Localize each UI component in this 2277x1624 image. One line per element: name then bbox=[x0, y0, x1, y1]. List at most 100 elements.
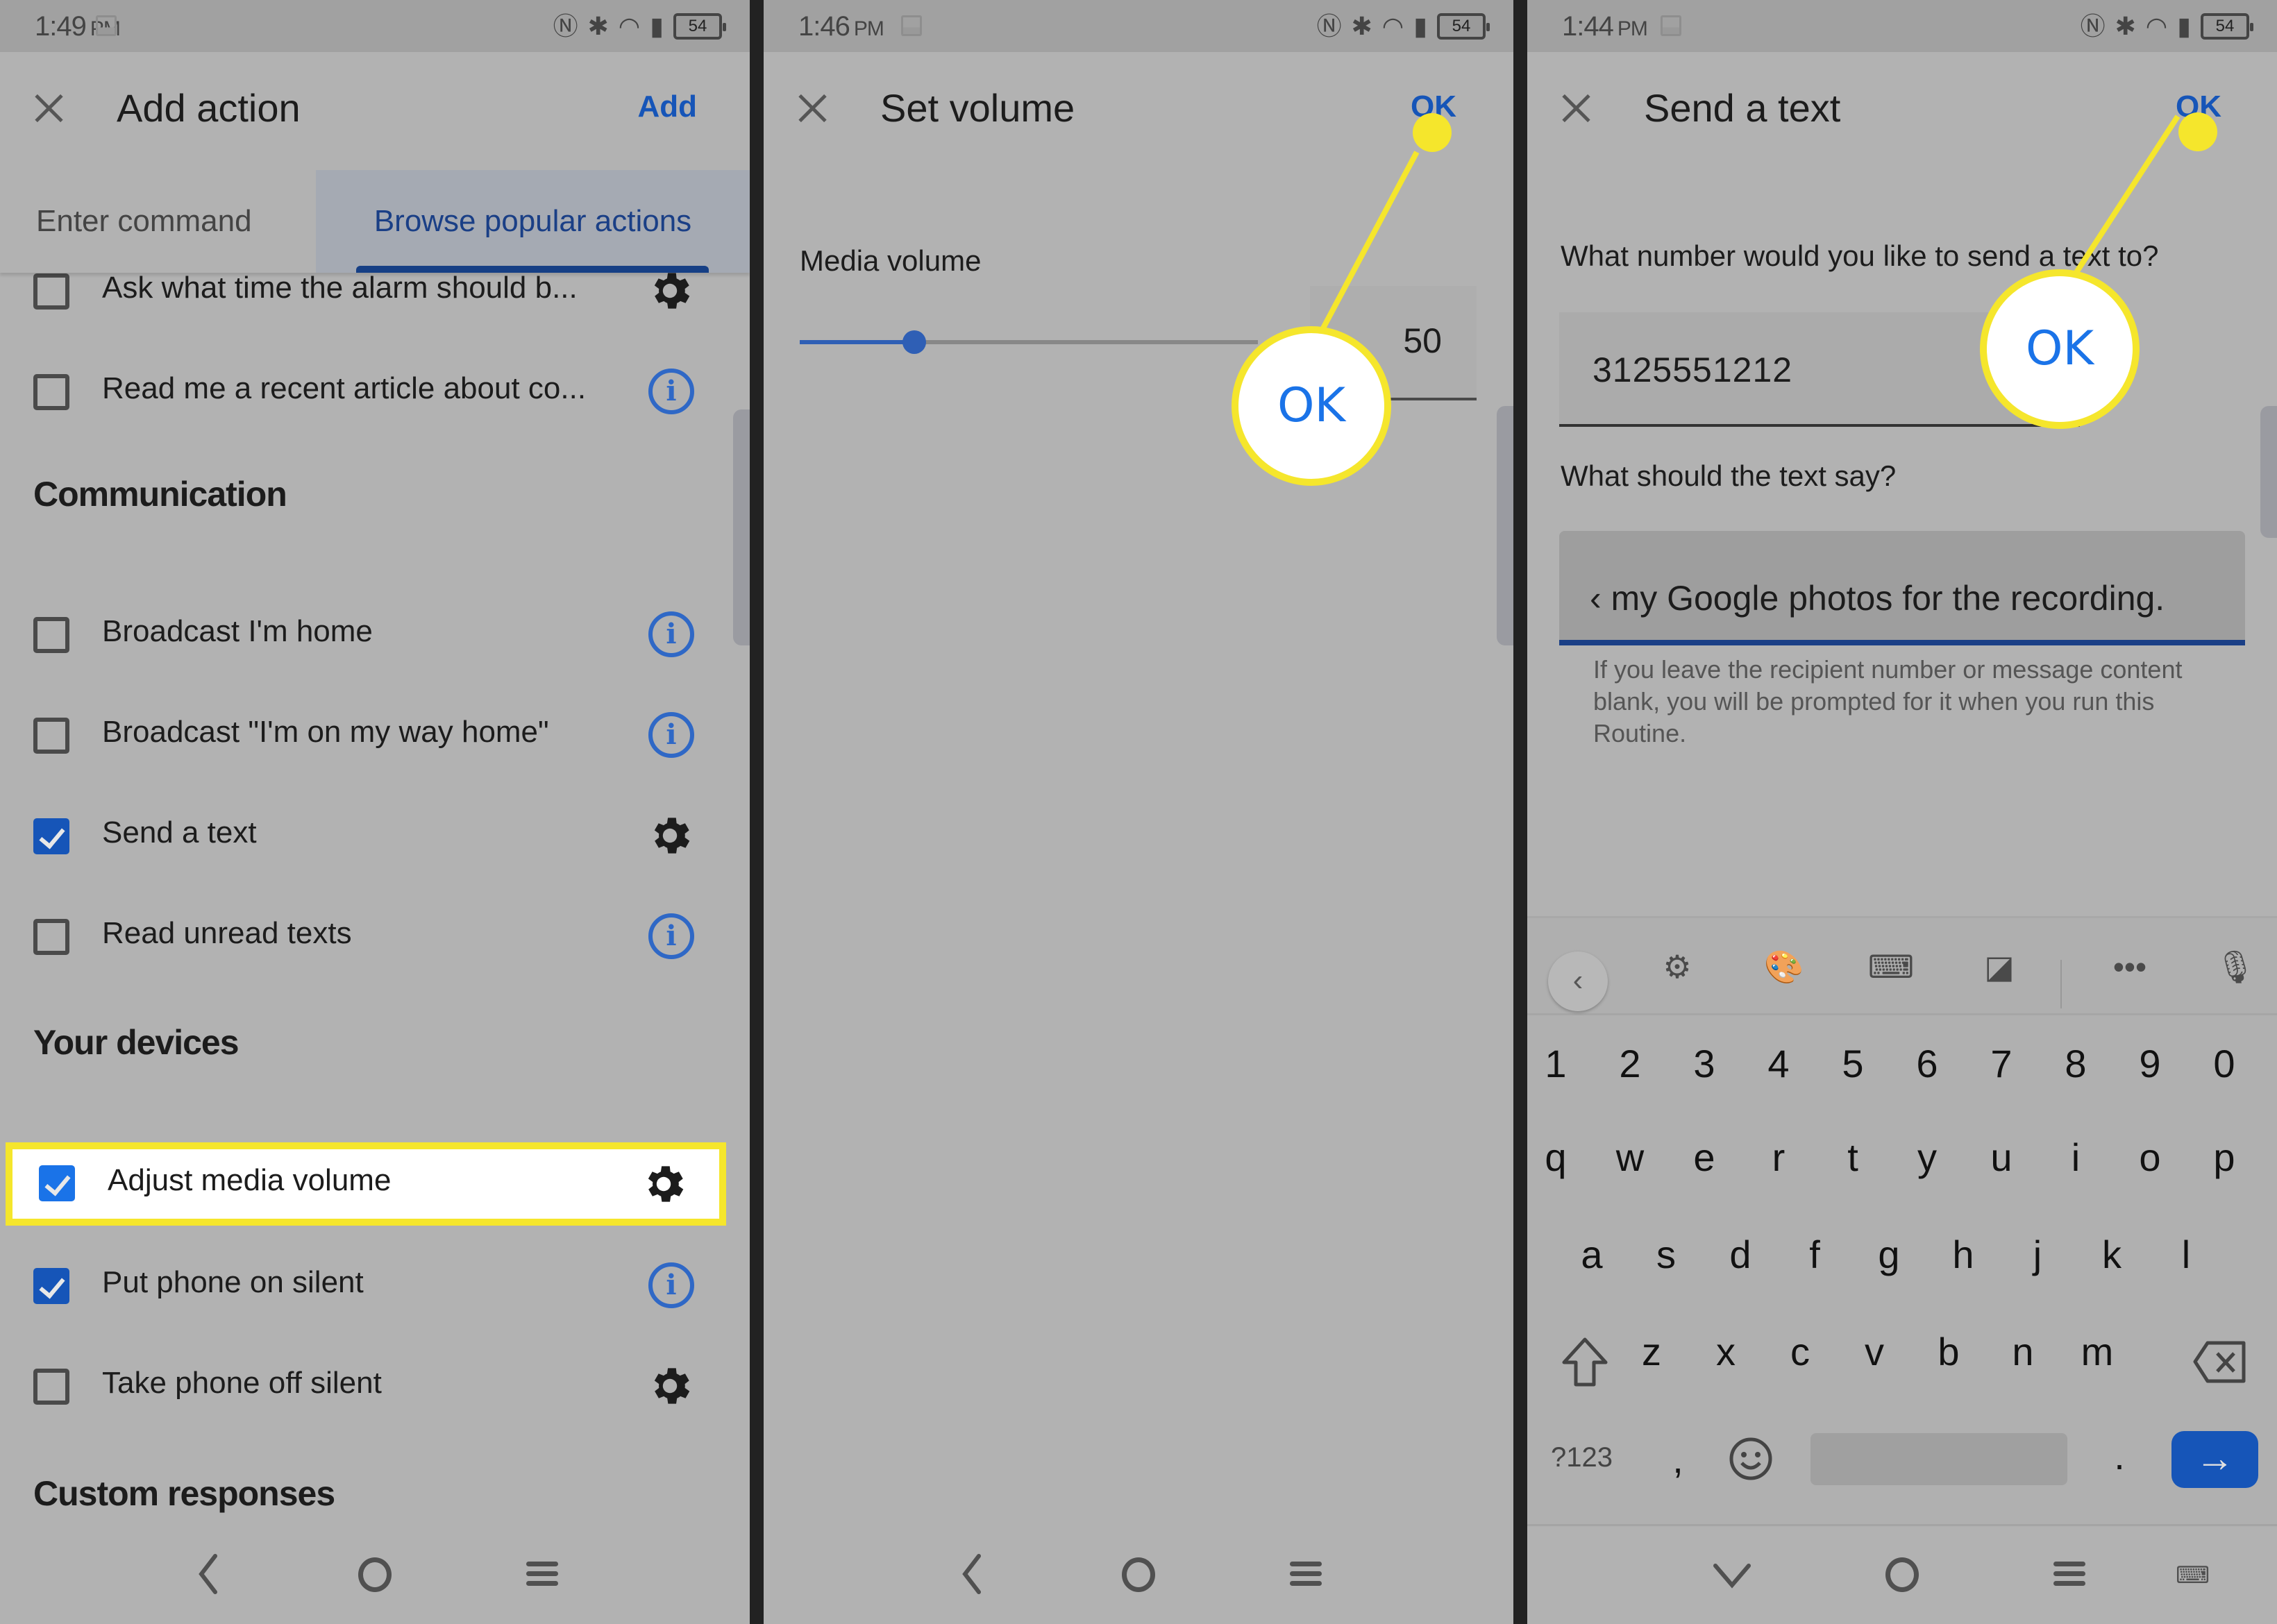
key-t[interactable]: t bbox=[1829, 1135, 1877, 1180]
tab-browse-popular-actions[interactable]: Browse popular actions bbox=[316, 170, 750, 273]
key-6[interactable]: 6 bbox=[1903, 1041, 1951, 1086]
checkbox-unchecked[interactable] bbox=[33, 919, 69, 955]
action-list-item[interactable]: Send a text bbox=[0, 800, 750, 870]
recents-icon[interactable] bbox=[1290, 1562, 1322, 1587]
key-i[interactable]: i bbox=[2051, 1135, 2100, 1180]
home-icon[interactable] bbox=[358, 1557, 392, 1592]
backspace-icon[interactable] bbox=[2192, 1339, 2248, 1385]
gear-icon[interactable] bbox=[646, 811, 694, 860]
key-f[interactable]: f bbox=[1790, 1232, 1839, 1277]
gear-icon[interactable] bbox=[646, 1362, 694, 1410]
message-input[interactable]: ‹ my Google photos for the recording. bbox=[1559, 531, 2245, 645]
key-w[interactable]: w bbox=[1606, 1135, 1654, 1180]
key-r[interactable]: r bbox=[1754, 1135, 1803, 1180]
key-b[interactable]: b bbox=[1924, 1329, 1973, 1374]
action-list-item[interactable]: Read me a recent article about co... i bbox=[0, 356, 750, 425]
period-key[interactable]: . bbox=[2095, 1433, 2144, 1478]
key-a[interactable]: a bbox=[1568, 1232, 1616, 1277]
space-key[interactable] bbox=[1810, 1433, 2067, 1485]
key-u[interactable]: u bbox=[1977, 1135, 2026, 1180]
theme-palette-icon[interactable]: 🎨 bbox=[1763, 946, 1805, 988]
tab-enter-command[interactable]: Enter command bbox=[36, 170, 252, 273]
home-icon[interactable] bbox=[1885, 1557, 1919, 1592]
checkbox-unchecked[interactable] bbox=[33, 718, 69, 754]
close-icon[interactable] bbox=[32, 90, 67, 125]
shift-icon[interactable] bbox=[1561, 1336, 1609, 1388]
collapse-toolbar-icon[interactable]: ‹ bbox=[1548, 951, 1608, 1011]
action-list-item[interactable]: Broadcast "I'm on my way home" i bbox=[0, 700, 750, 769]
key-j[interactable]: j bbox=[2013, 1232, 2062, 1277]
gear-icon[interactable] bbox=[646, 273, 694, 315]
action-list-item[interactable]: Read unread texts i bbox=[0, 901, 750, 970]
hide-keyboard-icon[interactable] bbox=[1711, 1562, 1753, 1589]
settings-icon[interactable]: ⚙ bbox=[1656, 946, 1698, 988]
home-icon[interactable] bbox=[1122, 1557, 1155, 1592]
key-n[interactable]: n bbox=[1999, 1329, 2047, 1374]
scrollbar[interactable] bbox=[1497, 406, 1513, 645]
key-9[interactable]: 9 bbox=[2126, 1041, 2174, 1086]
gear-icon[interactable] bbox=[639, 1160, 688, 1208]
key-k[interactable]: k bbox=[2087, 1232, 2136, 1277]
scrollbar[interactable] bbox=[733, 409, 750, 645]
key-d[interactable]: d bbox=[1716, 1232, 1765, 1277]
add-button[interactable]: Add bbox=[637, 90, 697, 124]
info-icon[interactable]: i bbox=[648, 712, 694, 758]
checkbox-unchecked[interactable] bbox=[33, 374, 69, 410]
recents-icon[interactable] bbox=[526, 1562, 558, 1587]
info-icon[interactable]: i bbox=[648, 1262, 694, 1308]
slider-thumb[interactable] bbox=[902, 330, 926, 354]
info-icon[interactable]: i bbox=[648, 611, 694, 657]
key-3[interactable]: 3 bbox=[1680, 1041, 1729, 1086]
key-1[interactable]: 1 bbox=[1531, 1041, 1580, 1086]
back-icon[interactable] bbox=[194, 1553, 222, 1595]
scrollbar[interactable] bbox=[2260, 406, 2277, 538]
close-icon[interactable] bbox=[796, 90, 830, 125]
key-2[interactable]: 2 bbox=[1606, 1041, 1654, 1086]
key-o[interactable]: o bbox=[2126, 1135, 2174, 1180]
enter-key[interactable]: → bbox=[2171, 1431, 2258, 1488]
action-list-item[interactable]: Put phone on silent i bbox=[0, 1250, 750, 1319]
checkbox-unchecked[interactable] bbox=[33, 617, 69, 653]
action-list-item[interactable]: Broadcast I'm home i bbox=[0, 599, 750, 668]
one-handed-keyboard-icon[interactable]: ⌨ bbox=[1868, 946, 1914, 988]
checkbox-checked[interactable] bbox=[33, 1268, 69, 1304]
key-h[interactable]: h bbox=[1939, 1232, 1988, 1277]
more-options-icon[interactable]: ••• bbox=[2109, 946, 2151, 988]
action-list-item[interactable]: Ask what time the alarm should b... bbox=[0, 273, 750, 325]
clipboard-icon[interactable]: ◪ bbox=[1978, 946, 2020, 988]
key-x[interactable]: x bbox=[1702, 1329, 1750, 1374]
key-z[interactable]: z bbox=[1627, 1329, 1676, 1374]
key-g[interactable]: g bbox=[1865, 1232, 1913, 1277]
key-0[interactable]: 0 bbox=[2200, 1041, 2249, 1086]
emoji-icon[interactable] bbox=[1729, 1437, 1773, 1481]
key-m[interactable]: m bbox=[2073, 1329, 2121, 1374]
info-icon[interactable]: i bbox=[648, 369, 694, 414]
checkbox-unchecked[interactable] bbox=[33, 1369, 69, 1405]
symbols-key[interactable]: ?123 bbox=[1551, 1442, 1613, 1473]
key-y[interactable]: y bbox=[1903, 1135, 1951, 1180]
microphone-icon[interactable]: 🎙 bbox=[2215, 946, 2256, 988]
comma-key[interactable]: , bbox=[1654, 1437, 1702, 1482]
key-p[interactable]: p bbox=[2200, 1135, 2249, 1180]
key-q[interactable]: q bbox=[1531, 1135, 1580, 1180]
key-4[interactable]: 4 bbox=[1754, 1041, 1803, 1086]
media-volume-slider[interactable] bbox=[800, 330, 1258, 354]
checkbox-checked[interactable] bbox=[39, 1165, 75, 1201]
action-list-item[interactable]: Adjust media volume bbox=[6, 1142, 726, 1226]
key-c[interactable]: c bbox=[1776, 1329, 1824, 1374]
close-icon[interactable] bbox=[1559, 90, 1594, 125]
key-e[interactable]: e bbox=[1680, 1135, 1729, 1180]
key-l[interactable]: l bbox=[2162, 1232, 2210, 1277]
recents-icon[interactable] bbox=[2053, 1562, 2085, 1587]
key-v[interactable]: v bbox=[1850, 1329, 1899, 1374]
key-s[interactable]: s bbox=[1642, 1232, 1690, 1277]
info-icon[interactable]: i bbox=[648, 913, 694, 959]
key-7[interactable]: 7 bbox=[1977, 1041, 2026, 1086]
checkbox-unchecked[interactable] bbox=[33, 273, 69, 310]
key-8[interactable]: 8 bbox=[2051, 1041, 2100, 1086]
checkbox-checked[interactable] bbox=[33, 818, 69, 854]
key-5[interactable]: 5 bbox=[1829, 1041, 1877, 1086]
keyboard-switch-icon[interactable]: ⌨ bbox=[2176, 1563, 2215, 1588]
back-icon[interactable] bbox=[958, 1553, 986, 1595]
action-list-item[interactable]: Take phone off silent bbox=[0, 1351, 750, 1420]
